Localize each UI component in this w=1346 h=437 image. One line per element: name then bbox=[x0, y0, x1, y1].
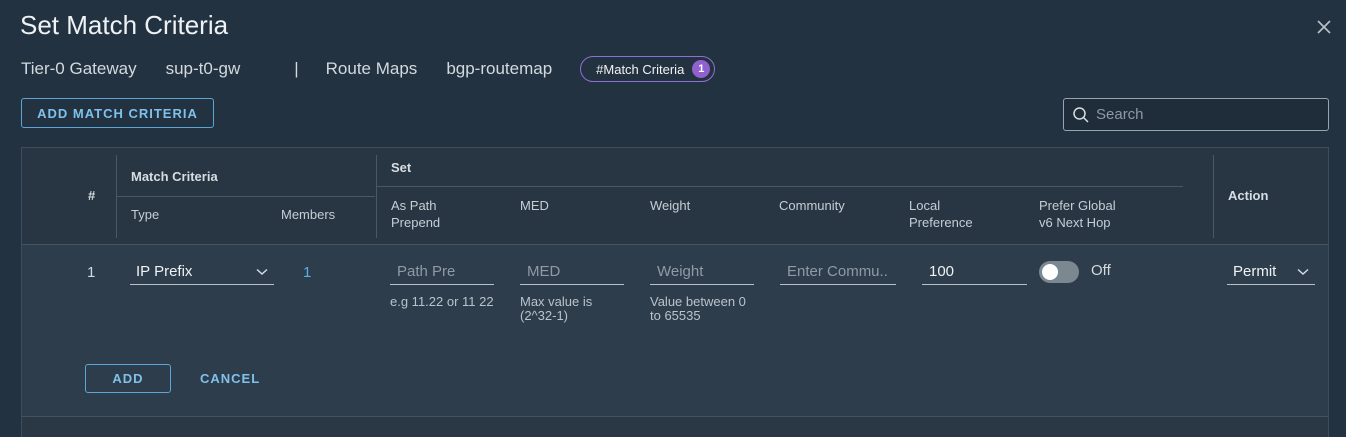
as-path-hint: e.g 11.22 or 11 22 bbox=[390, 294, 494, 309]
match-criteria-pill: #Match Criteria 1 bbox=[580, 56, 716, 82]
as-path-prepend-input[interactable] bbox=[390, 259, 494, 285]
weight-input[interactable] bbox=[650, 259, 754, 285]
cancel-button[interactable]: CANCEL bbox=[200, 364, 260, 393]
toggle-knob bbox=[1042, 264, 1058, 280]
gateway-value: sup-t0-gw bbox=[165, 59, 241, 78]
prefer-global-state: Off bbox=[1091, 262, 1111, 279]
header-prefer-global-v6: Prefer Global v6 Next Hop bbox=[1039, 198, 1116, 230]
prefer-global-toggle[interactable] bbox=[1039, 261, 1079, 283]
header-set: Set bbox=[391, 160, 412, 175]
header-local-preference: Local Preference bbox=[909, 198, 973, 230]
table-header: # Match Criteria Type Members Set As Pat… bbox=[22, 148, 1328, 245]
chevron-down-icon bbox=[1297, 268, 1309, 275]
med-input[interactable] bbox=[520, 259, 624, 285]
add-match-criteria-button[interactable]: ADD MATCH CRITERIA bbox=[21, 98, 214, 128]
search-input[interactable] bbox=[1096, 106, 1316, 123]
type-select[interactable]: IP Prefix bbox=[130, 259, 274, 285]
chevron-down-icon bbox=[256, 268, 268, 275]
header-members: Members bbox=[281, 207, 336, 222]
header-weight: Weight bbox=[650, 198, 691, 213]
row-number: 1 bbox=[87, 264, 96, 281]
header-action: Action bbox=[1228, 188, 1269, 203]
header-match-criteria: Match Criteria bbox=[131, 169, 218, 184]
action-select-value: Permit bbox=[1233, 263, 1277, 280]
local-preference-input[interactable] bbox=[922, 259, 1027, 285]
add-button[interactable]: ADD bbox=[85, 364, 171, 393]
members-count-link[interactable]: 1 bbox=[303, 264, 311, 281]
table-row: 1 IP Prefix 1 e.g 11.22 or 11 22 Max val… bbox=[22, 245, 1328, 417]
header-community: Community bbox=[779, 198, 845, 213]
header-type: Type bbox=[131, 207, 160, 222]
community-input[interactable] bbox=[780, 259, 896, 285]
header-as-path-prepend: As Path Prepend bbox=[391, 198, 441, 230]
weight-hint: Value between 0 to 65535 bbox=[650, 294, 746, 323]
action-select[interactable]: Permit bbox=[1227, 259, 1315, 285]
breadcrumb: Tier-0 Gateway sup-t0-gw | Route Maps bg… bbox=[21, 55, 716, 83]
match-criteria-pill-label: #Match Criteria bbox=[596, 61, 685, 77]
breadcrumb-separator: | bbox=[294, 59, 299, 78]
search-icon bbox=[1073, 106, 1089, 123]
gateway-label: Tier-0 Gateway bbox=[21, 59, 137, 78]
header-number: # bbox=[88, 188, 96, 203]
type-select-value: IP Prefix bbox=[136, 263, 193, 280]
dialog-title: Set Match Criteria bbox=[20, 10, 229, 40]
close-icon[interactable] bbox=[1314, 17, 1334, 37]
match-criteria-count-badge: 1 bbox=[692, 60, 711, 78]
route-maps-label: Route Maps bbox=[325, 59, 418, 78]
med-hint: Max value is (2^32-1) bbox=[520, 294, 593, 323]
header-med: MED bbox=[520, 198, 549, 213]
route-map-value: bgp-routemap bbox=[446, 59, 553, 78]
match-criteria-table: # Match Criteria Type Members Set As Pat… bbox=[21, 147, 1329, 437]
search-box bbox=[1063, 98, 1329, 131]
